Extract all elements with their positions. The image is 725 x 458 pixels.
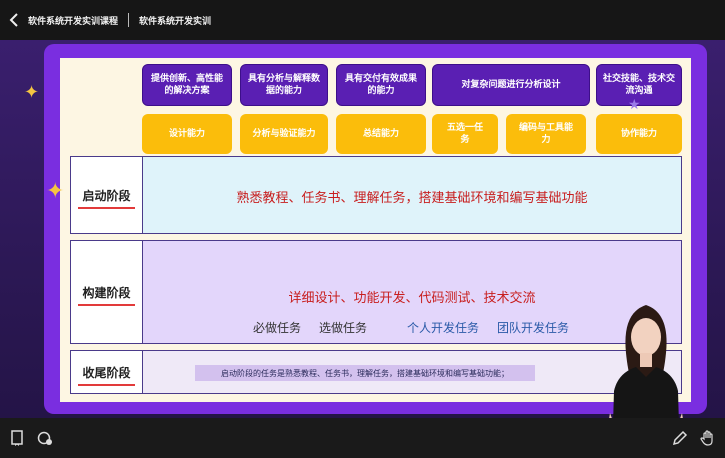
- tag-required-task: 必做任务: [253, 321, 302, 335]
- bottom-toolbar: [0, 418, 725, 458]
- stage-body-build: 详细设计、功能开发、代码测试、技术交流 必做任务 选做任务 个人开发任务 团队开…: [143, 241, 681, 343]
- tag-optional-task: 选做任务: [319, 321, 368, 335]
- stage-row-launch: 启动阶段 熟悉教程、任务书、理解任务，搭建基础环境和编写基础功能: [70, 156, 682, 234]
- capability-data-analysis: 具有分析与解释数据的能力: [240, 64, 328, 106]
- sparkle-icon: ✦: [46, 179, 65, 204]
- skill-pick-one-task: 五选一任务: [432, 114, 498, 154]
- tag-individual-task: 个人开发任务: [407, 321, 480, 335]
- pen-icon[interactable]: [669, 427, 691, 449]
- stage-content-launch: 熟悉教程、任务书、理解任务，搭建基础环境和编写基础功能: [236, 191, 588, 206]
- task-tags: 必做任务 选做任务 个人开发任务 团队开发任务: [253, 319, 569, 336]
- skill-summary: 总结能力: [336, 114, 426, 154]
- video-stage[interactable]: 提供创新、高性能的解决方案 具有分析与解释数据的能力 具有交付有效成果的能力 对…: [0, 40, 725, 458]
- stage-label-launch: 启动阶段: [71, 157, 143, 233]
- stage-body-launch: 熟悉教程、任务书、理解任务，搭建基础环境和编写基础功能: [143, 157, 681, 233]
- stage-content-build: 详细设计、功能开发、代码测试、技术交流: [288, 291, 536, 306]
- capability-complex-design: 对复杂问题进行分析设计: [432, 64, 590, 106]
- skill-collaboration: 协作能力: [596, 114, 682, 154]
- title-divider: [128, 13, 130, 27]
- star-icon: ★: [628, 97, 641, 113]
- capability-delivery: 具有交付有效成果的能力: [336, 64, 426, 106]
- record-icon[interactable]: [34, 427, 56, 449]
- course-title: 软件系统开发实训课程: [28, 16, 119, 27]
- stage-row-build: 构建阶段 详细设计、功能开发、代码测试、技术交流 必做任务 选做任务 个人开发任…: [70, 240, 682, 344]
- skill-coding-tools: 编码与工具能力: [506, 114, 586, 154]
- capability-innovation: 提供创新、高性能的解决方案: [142, 64, 232, 106]
- hand-icon[interactable]: [697, 427, 719, 449]
- page-title: 软件系统开发实训: [139, 16, 212, 27]
- stage-label-close: 收尾阶段: [71, 351, 143, 393]
- skill-design: 设计能力: [142, 114, 232, 154]
- sparkle-icon: ✦: [24, 82, 40, 103]
- stage-label-build: 构建阶段: [71, 241, 143, 343]
- top-bar: 软件系统开发实训课程 软件系统开发实训: [0, 0, 725, 40]
- caption-overlay: 启动阶段的任务是熟悉教程、任务书，理解任务，搭建基础环境和编写基础功能；: [195, 365, 535, 381]
- back-icon[interactable]: [2, 0, 26, 40]
- tag-team-task: 团队开发任务: [497, 321, 570, 335]
- skill-analysis-verification: 分析与验证能力: [240, 114, 328, 154]
- notes-icon[interactable]: [6, 427, 28, 449]
